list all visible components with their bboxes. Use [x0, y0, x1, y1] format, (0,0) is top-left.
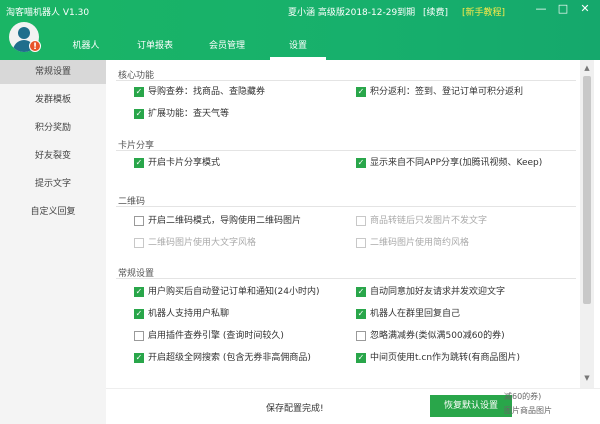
tutorial-link[interactable]: [新手教程]	[462, 5, 505, 18]
sidebar-item-general-settings[interactable]: 常规设置	[0, 60, 106, 84]
sidebar-item-points-rewards[interactable]: 积分奖励	[0, 116, 106, 140]
checkbox-checked-icon[interactable]: ✓	[356, 87, 366, 97]
app-title: 淘客喵机器人 V1.30	[6, 8, 90, 18]
footer-bar: 保存配置完成! 恢复默认设置 减60的券) 图片商品图片	[106, 388, 600, 424]
checkbox-checked-icon[interactable]: ✓	[356, 353, 366, 363]
checkbox-unchecked-icon[interactable]	[134, 331, 144, 341]
checkbox-unchecked-icon[interactable]	[134, 238, 144, 248]
section-divider	[116, 150, 576, 151]
settings-panel: 核心功能 ✓ 导购查券：找商品、查隐藏券 ✓ 积分返利：签到、登记订单可积分返利 ✓…	[106, 60, 600, 388]
checkbox-checked-icon[interactable]: ✓	[134, 353, 144, 363]
checkbox-unchecked-icon[interactable]	[356, 331, 366, 341]
checkbox-checked-icon[interactable]: ✓	[356, 309, 366, 319]
checkbox-checked-icon[interactable]: ✓	[134, 309, 144, 319]
sidebar-item-friend-fission[interactable]: 好友裂变	[0, 144, 106, 168]
checkbox-unchecked-icon[interactable]	[356, 216, 366, 226]
section-divider	[116, 80, 576, 81]
sidebar-item-custom-reply[interactable]: 自定义回复	[0, 200, 106, 224]
checkbox-checked-icon[interactable]: ✓	[134, 287, 144, 297]
overflow-text: 减60的券)	[504, 392, 542, 401]
scroll-down-arrow-icon[interactable]: ▼	[580, 372, 594, 384]
reset-defaults-button[interactable]: 恢复默认设置	[430, 395, 512, 417]
vertical-scrollbar[interactable]: ▲ ▼	[580, 60, 594, 388]
section-divider	[116, 206, 576, 207]
maximize-icon[interactable]: □	[556, 2, 570, 15]
checkbox-unchecked-icon[interactable]	[134, 216, 144, 226]
warning-badge-icon: !	[29, 40, 41, 52]
sidebar-item-group-templates[interactable]: 发群模板	[0, 88, 106, 112]
minimize-icon[interactable]: —	[534, 2, 548, 15]
checkbox-checked-icon[interactable]: ✓	[134, 109, 144, 119]
settings-sidebar: 常规设置 发群模板 积分奖励 好友裂变 提示文字 自定义回复	[0, 60, 106, 424]
checkbox-checked-icon[interactable]: ✓	[356, 158, 366, 168]
scroll-up-arrow-icon[interactable]: ▲	[580, 62, 594, 74]
tab-member-management[interactable]: 会员管理	[196, 36, 258, 60]
app-header: 淘客喵机器人 V1.30 ! 夏小涵 高级版2018-12-29到期 [续费] …	[0, 0, 600, 60]
overflow-text: 图片商品图片	[504, 406, 552, 415]
user-account-info: 夏小涵 高级版2018-12-29到期	[288, 8, 416, 18]
avatar-head-shape	[18, 27, 30, 39]
tab-settings[interactable]: 设置	[270, 36, 326, 60]
checkbox-unchecked-icon[interactable]	[356, 238, 366, 248]
tab-robot[interactable]: 机器人	[58, 36, 114, 60]
checkbox-checked-icon[interactable]: ✓	[134, 87, 144, 97]
scrollbar-thumb[interactable]	[583, 76, 591, 304]
status-message: 保存配置完成!	[266, 404, 324, 414]
sidebar-item-prompt-text[interactable]: 提示文字	[0, 172, 106, 196]
checkbox-checked-icon[interactable]: ✓	[134, 158, 144, 168]
section-divider	[116, 278, 576, 279]
tab-order-report[interactable]: 订单报表	[124, 36, 186, 60]
checkbox-checked-icon[interactable]: ✓	[356, 287, 366, 297]
close-icon[interactable]: ✕	[578, 2, 592, 15]
renew-link[interactable]: [续费]	[423, 5, 448, 18]
